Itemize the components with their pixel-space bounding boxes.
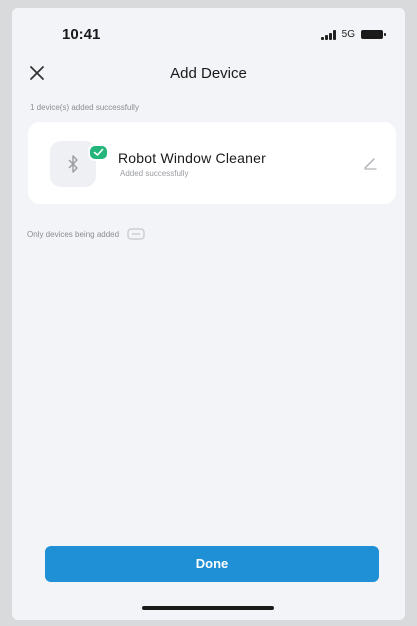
bluetooth-icon <box>68 155 78 173</box>
section-hint: 1 device(s) added successfully <box>30 103 139 112</box>
check-icon <box>88 144 109 161</box>
page-title: Add Device <box>170 65 247 82</box>
signal-icon <box>320 29 336 40</box>
device-card[interactable]: Robot Window Cleaner Added successfully <box>28 122 396 204</box>
device-name: Robot Window Cleaner <box>118 150 266 166</box>
toggle-icon[interactable] <box>127 228 145 240</box>
status-time: 10:41 <box>62 26 101 43</box>
battery-icon <box>361 30 386 39</box>
nav-bar: Add Device <box>12 58 405 88</box>
status-indicators: 5G <box>320 29 386 40</box>
edit-icon[interactable] <box>362 155 378 171</box>
network-label: 5G <box>341 29 355 40</box>
device-status: Added successfully <box>120 169 189 178</box>
status-bar: 10:41 5G <box>12 8 405 58</box>
hint-text: Only devices being added <box>27 229 120 239</box>
home-indicator[interactable] <box>142 606 274 610</box>
done-button[interactable]: Done <box>45 546 379 582</box>
hint-row: Only devices being added <box>27 228 145 240</box>
phone-screen: 10:41 5G Add Device 1 device(s) added su… <box>12 8 405 620</box>
